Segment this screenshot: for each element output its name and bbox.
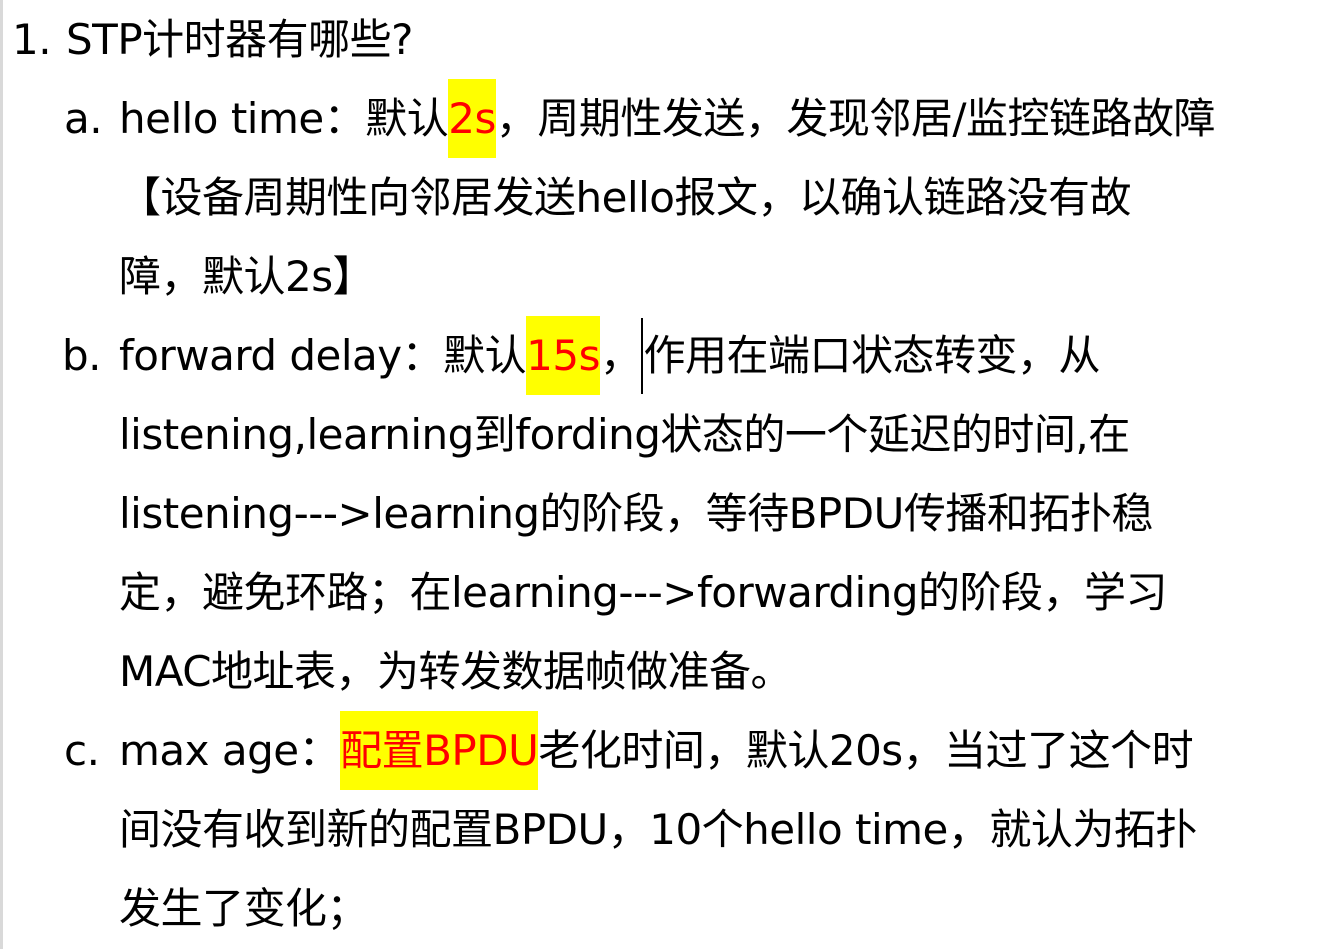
item-b-comma: ， — [599, 331, 642, 380]
list-item-b-line-5: MAC地址表，为转发数据帧做准备。 — [119, 632, 793, 711]
document-body[interactable]: 1. STP计时器有哪些? a. hello time：默认2s，周期性发送，发… — [0, 0, 1331, 949]
list-item-b-line-2: listening,learning到fording状态的一个延迟的时间,在 — [119, 395, 1130, 474]
item-b-suffix: 作用在端口状态转变，从 — [643, 331, 1100, 380]
item-1-text: STP计时器有哪些? — [66, 15, 413, 64]
item-c-highlight: 配置BPDU — [340, 711, 539, 790]
item-a-highlight: 2s — [448, 79, 496, 158]
item-a-line-3-text: 障，默认2s】 — [119, 252, 375, 301]
list-item-1: 1. — [12, 0, 52, 79]
list-item-a-marker-line: a. — [64, 79, 103, 158]
list-item-b-line-3: listening--->learning的阶段，等待BPDU传播和拓扑稳 — [119, 474, 1153, 553]
list-item-c-marker-line: c. — [64, 711, 100, 790]
item-b-highlight: 15s — [526, 316, 600, 395]
item-b-line-5-text: MAC地址表，为转发数据帧做准备。 — [119, 647, 793, 696]
list-item-b-line-4: 定，避免环路；在learning--->forwarding的阶段，学习 — [119, 553, 1167, 632]
item-c-line-2-text: 间没有收到新的配置BPDU，10个hello time，就认为拓扑 — [119, 805, 1197, 854]
list-marker-b: b. — [62, 331, 102, 380]
item-a-prefix: hello time：默认 — [119, 94, 449, 143]
item-b-line-2-text: listening,learning到fording状态的一个延迟的时间,在 — [119, 410, 1130, 459]
list-marker-a: a. — [64, 94, 103, 143]
list-item-1-text-line: STP计时器有哪些? — [66, 0, 413, 79]
item-a-suffix: ，周期性发送，发现邻居/监控链路故障 — [495, 94, 1216, 143]
item-c-line-3-text: 发生了变化； — [119, 884, 369, 933]
list-item-c-line-1: max age：配置BPDU老化时间，默认20s，当过了这个时 — [119, 711, 1194, 790]
item-c-suffix: 老化时间，默认20s，当过了这个时 — [538, 726, 1194, 775]
list-item-c-line-2: 间没有收到新的配置BPDU，10个hello time，就认为拓扑 — [119, 790, 1197, 869]
item-b-line-4-text: 定，避免环路；在learning--->forwarding的阶段，学习 — [119, 568, 1167, 617]
list-item-c-line-3: 发生了变化； — [119, 869, 369, 948]
list-marker-1: 1. — [12, 15, 52, 64]
list-item-a-line-3: 障，默认2s】 — [119, 237, 375, 316]
item-a-line-2-text: 【设备周期性向邻居发送hello报文，以确认链路没有故 — [119, 173, 1132, 222]
list-item-a-line-2: 【设备周期性向邻居发送hello报文，以确认链路没有故 — [119, 158, 1132, 237]
item-b-line-3-text: listening--->learning的阶段，等待BPDU传播和拓扑稳 — [119, 489, 1153, 538]
list-marker-c: c. — [64, 726, 100, 775]
item-b-prefix: forward delay：默认 — [119, 331, 527, 380]
list-item-b-line-1: forward delay：默认15s，作用在端口状态转变，从 — [119, 316, 1100, 395]
item-c-prefix: max age： — [119, 726, 341, 775]
list-item-b-marker-line: b. — [62, 316, 102, 395]
list-item-a-line-1: hello time：默认2s，周期性发送，发现邻居/监控链路故障 — [119, 79, 1216, 158]
